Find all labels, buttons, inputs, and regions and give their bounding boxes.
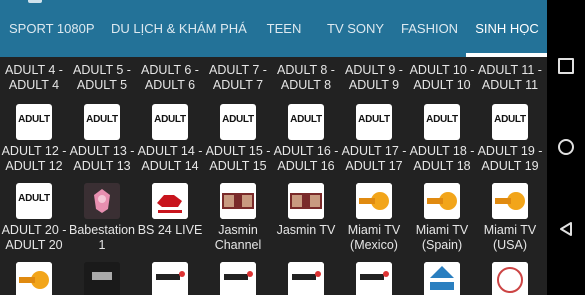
miami-tv-logo [356,183,392,219]
channel-logo: ADULT [424,104,460,140]
android-nav-bar [547,0,585,295]
tab-du-lich-kham-pha[interactable]: DU LỊCH & KHÁM PHÁ [111,18,247,40]
channel-logo: ADULT [152,104,188,140]
miami-tv-logo [424,183,460,219]
channel-label: ADULT 12 - ADULT 12 [1,144,67,173]
tab-tv-sony[interactable]: TV SONY [327,18,384,40]
channel-label: ADULT 13 - ADULT 13 [69,144,135,173]
tab-sport-1080p[interactable]: SPORT 1080P [9,18,95,40]
bs24-logo [152,183,188,219]
channel-logo: ADULT [16,183,52,219]
channel-logo: ADULT [288,104,324,140]
studio-logo [152,262,188,295]
tab-teen[interactable]: TEEN [266,18,302,40]
category-tab-bar: SPORT 1080P DU LỊCH & KHÁM PHÁ TEEN TV S… [0,0,547,57]
channel-label: ADULT 7 - ADULT 7 [209,63,267,92]
channel-label: Jasmin TV [276,223,336,237]
jasmin-tv-logo [288,183,324,219]
channel-label: ADULT 20 - ADULT 20 [1,223,67,252]
channel-label: ADULT 4 - ADULT 4 [5,63,63,92]
channel-logo: ADULT [220,104,256,140]
channel-grid: ADULT 4 - ADULT 4 ADULT 5 - ADULT 5 ADUL… [0,57,547,295]
studio-logo [288,262,324,295]
channel-label: ADULT 15 - ADULT 15 [205,144,271,173]
app-screen: SPORT 1080P DU LỊCH & KHÁM PHÁ TEEN TV S… [0,0,547,295]
channel-label: ADULT 18 - ADULT 18 [409,144,475,173]
studio-logo [356,262,392,295]
channel-label: ADULT 8 - ADULT 8 [277,63,335,92]
channel-logo: ADULT [492,104,528,140]
babestation-logo [84,183,120,219]
channel-label: ADULT 9 - ADULT 9 [345,63,403,92]
channel-logo: ADULT [84,104,120,140]
channel-label: Jasmin Channel [214,223,262,252]
triangle-back-icon[interactable] [558,221,574,237]
studio-logo [220,262,256,295]
channel-label: Miami TV (USA) [483,223,537,252]
channel-label: ADULT 14 - ADULT 14 [137,144,203,173]
circle-icon[interactable] [558,139,574,155]
tab-sinh-hoc[interactable]: SINH HỌC [474,18,540,40]
channel-logo [492,262,528,295]
channel-label: BS 24 LIVE [137,223,203,237]
channel-label: Miami TV (Mexico) [347,223,401,252]
channel-label: ADULT 11 - ADULT 11 [478,63,542,92]
channel-logo: ADULT [16,104,52,140]
channel-logo: ADULT [356,104,392,140]
tab-fashion[interactable]: FASHION [401,18,458,40]
channel-label: ADULT 19 - ADULT 19 [477,144,543,173]
channel-logo [84,262,120,295]
channel-label: ADULT 5 - ADULT 5 [73,63,131,92]
miami-tv-logo [16,262,52,295]
channel-label: ADULT 16 - ADULT 16 [273,144,339,173]
channel-label: Miami TV (Spain) [415,223,469,252]
jasmin-channel-logo [220,183,256,219]
status-indicator [28,0,42,3]
channel-label: ADULT 10 - ADULT 10 [409,63,475,92]
channel-label: ADULT 17 - ADULT 17 [341,144,407,173]
square-icon[interactable] [558,58,574,74]
channel-label: Babestation 1 [68,223,136,252]
channel-label: ADULT 6 - ADULT 6 [141,63,199,92]
miami-tv-logo [492,183,528,219]
trans-logo [424,262,460,295]
